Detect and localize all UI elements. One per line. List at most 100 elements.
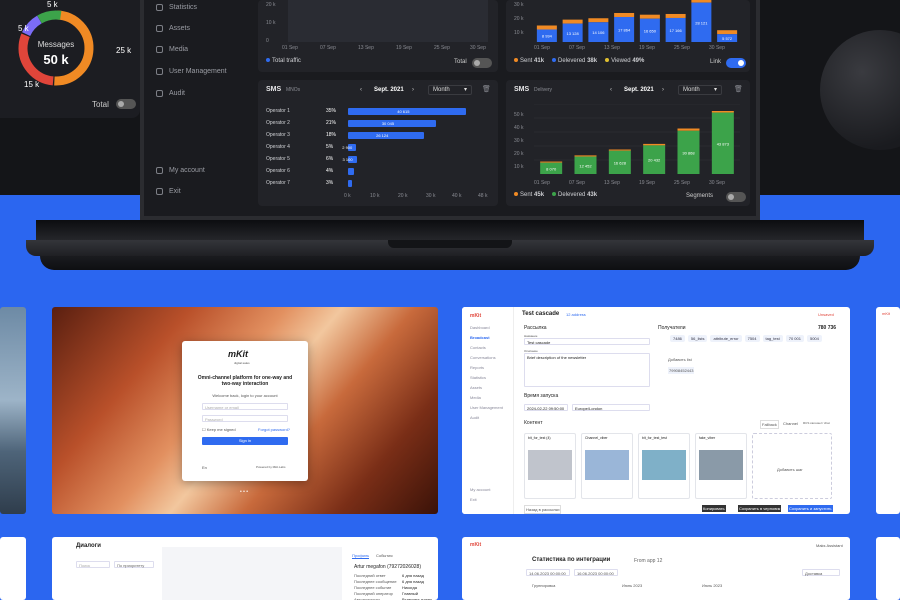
next-period-button[interactable]: › — [412, 87, 414, 93]
tab-events[interactable]: События — [376, 553, 393, 558]
back-button[interactable]: Назад в рассылки — [524, 505, 562, 514]
priority-filter[interactable]: По приоритету — [114, 561, 154, 568]
nav-item[interactable]: Assets — [470, 385, 482, 390]
range-select[interactable]: Month ▾ — [678, 85, 722, 95]
bar-sent — [588, 18, 609, 23]
user-name[interactable]: Maks Assistant — [816, 543, 843, 548]
traffic-total-toggle[interactable] — [472, 58, 492, 68]
recipient-chip[interactable]: 70 001 — [785, 335, 804, 342]
content-title: Контент — [524, 420, 543, 426]
channel-card[interactable]: fake_viber — [695, 433, 747, 499]
nav-item[interactable]: Conversations — [470, 355, 496, 360]
sidebar-item-statistics[interactable]: Statistics — [156, 4, 197, 11]
recipient-chip[interactable]: 7486 — [670, 335, 685, 342]
bar-sent — [643, 143, 666, 146]
remember-checkbox[interactable]: ☐ Keep me signed — [202, 427, 236, 432]
sidebar-item-audit[interactable]: Audit — [156, 90, 185, 97]
nav-item[interactable]: Broadcast — [470, 335, 490, 340]
save-launch-button[interactable]: Сохранить и запустить — [788, 505, 833, 512]
carousel-dots[interactable]: • • • — [240, 489, 248, 495]
segments-toggle[interactable] — [726, 192, 746, 202]
recipient-chip[interactable]: 7504 — [744, 335, 760, 342]
month-header: Июнь 2023 — [622, 583, 643, 588]
dialog-search-input[interactable]: Поиск — [76, 561, 110, 568]
tab-rcs[interactable]: RCS carousel / chat — [802, 420, 831, 426]
bar-sent — [574, 155, 597, 157]
nav-item[interactable]: Reports — [470, 365, 484, 370]
signin-button[interactable]: Sign in — [202, 437, 288, 445]
bar-sent — [665, 13, 686, 18]
channel-card[interactable]: bit_for_test_test — [638, 433, 690, 499]
bar-value-label: 20 432 — [648, 158, 661, 163]
mno-bar: 30 045 — [348, 120, 436, 127]
recipient-chip[interactable]: 56_lists — [687, 335, 708, 342]
donut-value: 50 k — [43, 52, 69, 67]
channel-card[interactable]: Channel_viber — [581, 433, 633, 499]
nav-item[interactable]: Contacts — [470, 345, 486, 350]
sidebar-item-user-management[interactable]: User Management — [156, 68, 227, 75]
range-to-input[interactable]: 16.06.2023 00:00:00 — [574, 569, 618, 576]
mno-row-pct: 6% — [326, 156, 334, 162]
date-input[interactable]: 2024-02-22 09:50:00 — [524, 404, 568, 411]
nav-item[interactable]: Statistics — [470, 375, 486, 380]
sidebar-item-my-account[interactable]: My account — [156, 167, 205, 174]
next-period-button[interactable]: › — [662, 87, 664, 93]
donut-label-upperleft: 5 k — [18, 24, 29, 33]
description-input[interactable]: Brief description of the newsletter — [524, 353, 650, 387]
language-select[interactable]: En — [202, 465, 207, 470]
sidebar-item-assets[interactable]: Assets — [156, 25, 190, 32]
y-tick: 30 k — [514, 2, 524, 8]
x-tick: 30 Sep — [709, 180, 725, 186]
nav-item[interactable]: Dashboard — [470, 325, 490, 330]
channel-card[interactable]: bit_for_test (4) — [524, 433, 576, 499]
tab-profile[interactable]: Профиль — [352, 553, 370, 559]
name-input[interactable]: Test cascade — [524, 338, 650, 345]
tab-fallback[interactable]: Fallback — [760, 420, 779, 429]
x-tick: 20 k — [398, 193, 408, 199]
nav-item[interactable]: Media — [470, 395, 481, 400]
nav-item[interactable]: User Management — [470, 405, 503, 410]
mno-bar: 26 124 — [348, 132, 425, 139]
link-toggle-label: Link — [710, 59, 722, 65]
bar-value-label: 43 873 — [717, 141, 730, 146]
add-list-button[interactable]: Добавить list — [668, 357, 692, 362]
profile-row-label: Последний оператор — [354, 591, 393, 596]
prev-period-button[interactable]: ‹ — [360, 87, 362, 93]
sidebar-item-exit[interactable]: Exit — [156, 188, 181, 195]
channel-image — [528, 450, 572, 480]
sidebar-item-media[interactable]: Media — [156, 46, 188, 53]
range-select[interactable]: Month ▾ — [428, 85, 472, 95]
add-step-button[interactable]: Добавить шаг — [752, 433, 832, 499]
nav-my-account[interactable]: My account — [470, 487, 490, 492]
chart-icon — [156, 4, 163, 11]
recipient-chip[interactable]: 5004 — [806, 335, 822, 342]
donut-total-toggle[interactable] — [116, 99, 136, 109]
nav-item[interactable]: Audit — [470, 415, 479, 420]
forgot-password-link[interactable]: Forgot password? — [258, 427, 290, 432]
donut-title: Messages — [37, 40, 75, 49]
timezone-select[interactable]: Europe/London — [572, 404, 650, 411]
mno-bar-label: 30 045 — [381, 121, 395, 126]
x-tick: 30 k — [426, 193, 436, 199]
nav-exit[interactable]: Exit — [470, 497, 477, 502]
tab-channel[interactable]: Channel — [782, 420, 799, 427]
recipient-chip[interactable]: tag_test — [762, 335, 783, 342]
copy-button[interactable]: Копировать — [702, 505, 726, 512]
address-badge: 12 address — [566, 312, 586, 317]
stacked-top-legend: Sent 41k Delevered 38k Viewed 49% — [514, 58, 644, 64]
range-from-input[interactable]: 14.06.2023 00:00:00 — [526, 569, 570, 576]
username-input[interactable]: Username or email — [202, 403, 288, 410]
link-toggle[interactable] — [726, 58, 746, 68]
x-tick: 30 Sep — [709, 45, 725, 51]
page-title: Test cascade — [522, 311, 560, 317]
save-draft-button[interactable]: Сохранить в черновик — [738, 505, 782, 512]
recipient-chip[interactable]: attribute_error — [710, 335, 742, 342]
trash-icon[interactable]: 🗑 — [482, 85, 491, 93]
channel-name: fake_viber — [699, 436, 716, 440]
cascade-card: mKit Dashboard Broadcast Contacts Conversat… — [462, 307, 850, 514]
prev-period-button[interactable]: ‹ — [610, 87, 612, 93]
password-input[interactable]: Password — [202, 415, 288, 422]
phone-chip[interactable]: 79908452443 — [668, 367, 695, 374]
segment-select[interactable]: Доставка — [802, 569, 840, 576]
trash-icon[interactable]: 🗑 — [734, 85, 743, 93]
